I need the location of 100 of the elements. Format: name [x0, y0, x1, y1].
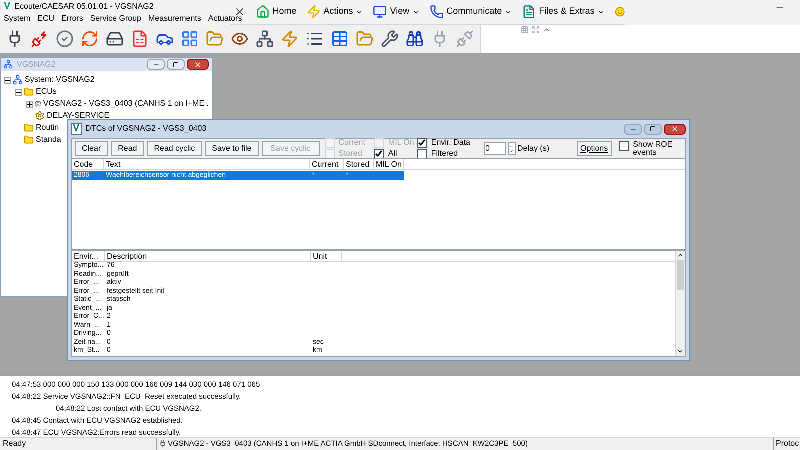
scrollbar[interactable]: [675, 251, 685, 356]
ribbon-tab[interactable]: Communicate: [430, 5, 512, 19]
network-icon: [13, 75, 23, 85]
status-text: Protoc: [773, 438, 800, 450]
lightning-icon[interactable]: [281, 30, 299, 48]
document-icon: [522, 5, 536, 19]
plug-icon: [159, 440, 167, 448]
folder-icon: [24, 135, 34, 145]
checkbox-label: MIL On: [388, 139, 414, 147]
options-button[interactable]: Options: [576, 141, 612, 156]
ribbon-tab[interactable]: Actions: [306, 5, 364, 19]
delay-field[interactable]: 0: [484, 142, 506, 155]
tree-item[interactable]: DELAY-SERVICE: [47, 110, 110, 122]
column-header[interactable]: Description: [105, 251, 311, 261]
binoculars-icon[interactable]: [406, 30, 424, 48]
checkbox-label: All: [388, 150, 398, 158]
menu-item[interactable]: ECU: [38, 15, 55, 23]
delay-label: Delay (s): [518, 142, 550, 154]
expand-icon[interactable]: [532, 26, 540, 34]
toolbar-button[interactable]: Save to file: [205, 141, 259, 156]
caret-icon: [412, 8, 420, 16]
table-icon[interactable]: [331, 30, 349, 48]
home-icon: [256, 5, 270, 19]
toolbar-button[interactable]: Read: [111, 141, 144, 156]
minimize-icon: [152, 61, 160, 68]
window-title: Ecoute/CAESAR 05.01.01 - VGSNAG2: [14, 2, 154, 10]
tree-item[interactable]: VGSNAG2 - VGS3_0403 (CANHS 1 on I+ME .: [43, 98, 209, 110]
ribbon-tab[interactable]: View: [373, 5, 420, 19]
expander[interactable]: [26, 100, 33, 108]
caret-icon: [598, 8, 605, 16]
column-header[interactable]: MIL On: [374, 159, 404, 169]
check-circle-icon[interactable]: [56, 30, 74, 48]
caret-icon: [505, 8, 512, 16]
close-icon: [671, 125, 679, 133]
checkbox[interactable]: [374, 149, 384, 159]
network-icon[interactable]: [256, 30, 274, 48]
maximize-icon: [650, 126, 656, 132]
checkbox[interactable]: [417, 138, 428, 148]
expander[interactable]: [4, 76, 11, 84]
device-icon[interactable]: [106, 30, 124, 48]
column-header[interactable]: Envir...: [72, 251, 105, 261]
tree-item[interactable]: ECUs: [36, 86, 57, 98]
folder-icon[interactable]: [356, 30, 374, 48]
close-button[interactable]: [664, 124, 686, 134]
up-icon: [677, 252, 684, 259]
menu-item[interactable]: Actuators: [208, 15, 242, 23]
app-logo: V: [4, 2, 11, 12]
tree-item[interactable]: Standa: [36, 134, 62, 146]
ribbon-tab[interactable]: Files & Extras: [522, 5, 605, 19]
toolbar-button[interactable]: Read cyclic: [147, 141, 202, 156]
tree-item[interactable]: System: VGSNAG2: [25, 74, 95, 86]
column-header[interactable]: Current: [310, 159, 344, 169]
menu-item[interactable]: Measurements: [148, 15, 202, 23]
check-icon: [418, 139, 426, 147]
checkbox-label: Show ROE events: [633, 140, 674, 156]
folder-icon[interactable]: [206, 30, 224, 48]
menu-item[interactable]: Service Group: [90, 15, 142, 23]
app-logo: V: [71, 123, 82, 135]
maximize-button[interactable]: [644, 124, 662, 134]
collapse-icon[interactable]: [543, 26, 551, 34]
wrench-icon[interactable]: [381, 30, 399, 48]
down-icon: [509, 148, 514, 154]
spin-button[interactable]: [508, 142, 516, 155]
minus-icon: [16, 90, 21, 94]
maximize-icon: [173, 62, 179, 68]
phone-icon: [430, 5, 444, 19]
menu-item[interactable]: System: [4, 15, 31, 23]
window-title: VGSNAG2: [17, 58, 56, 70]
down-icon: [677, 348, 684, 355]
check-icon: [375, 150, 384, 158]
checkbox-label: Current: [338, 139, 366, 147]
column-header[interactable]: Stored: [344, 159, 374, 169]
ribbon-tab[interactable]: Home: [256, 5, 297, 19]
toolbar-button[interactable]: Clear: [75, 141, 108, 156]
document-icon[interactable]: [131, 30, 149, 48]
window-title: DTCs of VGSNAG2 - VGS3_0403: [86, 123, 207, 135]
plug-icon[interactable]: [31, 30, 49, 48]
scrollbar-thumb[interactable]: [677, 260, 684, 290]
chip-icon: [35, 99, 42, 109]
tree-item[interactable]: Routin: [36, 122, 60, 134]
maximize-button[interactable]: [167, 59, 185, 70]
eye-icon[interactable]: [231, 30, 249, 48]
column-header[interactable]: Code: [72, 159, 104, 169]
menu-item[interactable]: Errors: [62, 15, 84, 23]
plus-icon: [27, 102, 32, 106]
gear-icon: [35, 111, 45, 121]
expander[interactable]: [15, 88, 22, 96]
checkbox-label: Filtered: [431, 150, 458, 158]
checkbox[interactable]: [619, 140, 630, 150]
refresh-icon[interactable]: [81, 30, 99, 48]
window-icon[interactable]: [181, 30, 199, 48]
column-header[interactable]: Text: [104, 159, 310, 169]
list-icon[interactable]: [306, 30, 324, 48]
close-button[interactable]: [187, 59, 209, 70]
checkbox[interactable]: [417, 149, 428, 159]
checkbox-label: Stored: [338, 150, 362, 158]
smiley-icon[interactable]: [614, 5, 625, 19]
monitor-icon: [373, 5, 388, 19]
status-text: Ready: [2, 438, 28, 450]
column-header[interactable]: Unit: [311, 251, 342, 261]
